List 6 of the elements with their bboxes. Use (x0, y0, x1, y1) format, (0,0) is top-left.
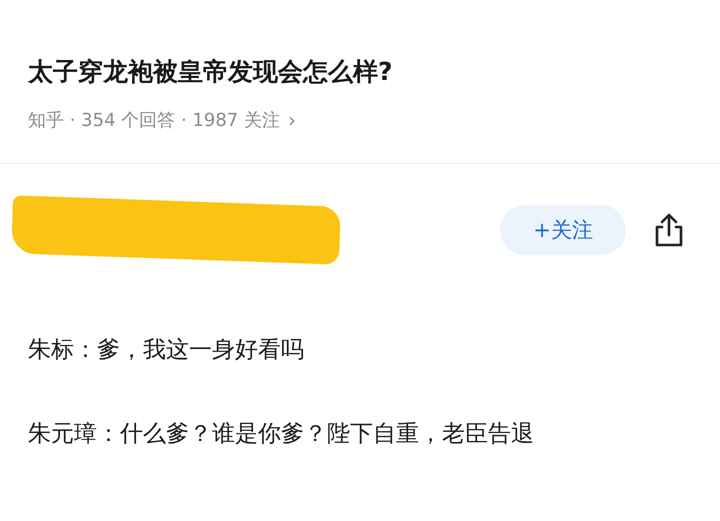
follow-button[interactable]: +关注 (500, 205, 626, 255)
chevron-icon[interactable]: › (288, 108, 296, 132)
question-meta: 知乎 · 354 个回答 · 1987 关注 (28, 109, 280, 132)
question-title: 太子穿龙袍被皇帝发现会怎么样? (28, 56, 394, 88)
answer-paragraph: 朱标：爹，我这一身好看吗 (28, 336, 305, 365)
answer-paragraph: 朱元璋：什么爹？谁是你爹？陛下自重，老臣告退 (28, 420, 535, 449)
